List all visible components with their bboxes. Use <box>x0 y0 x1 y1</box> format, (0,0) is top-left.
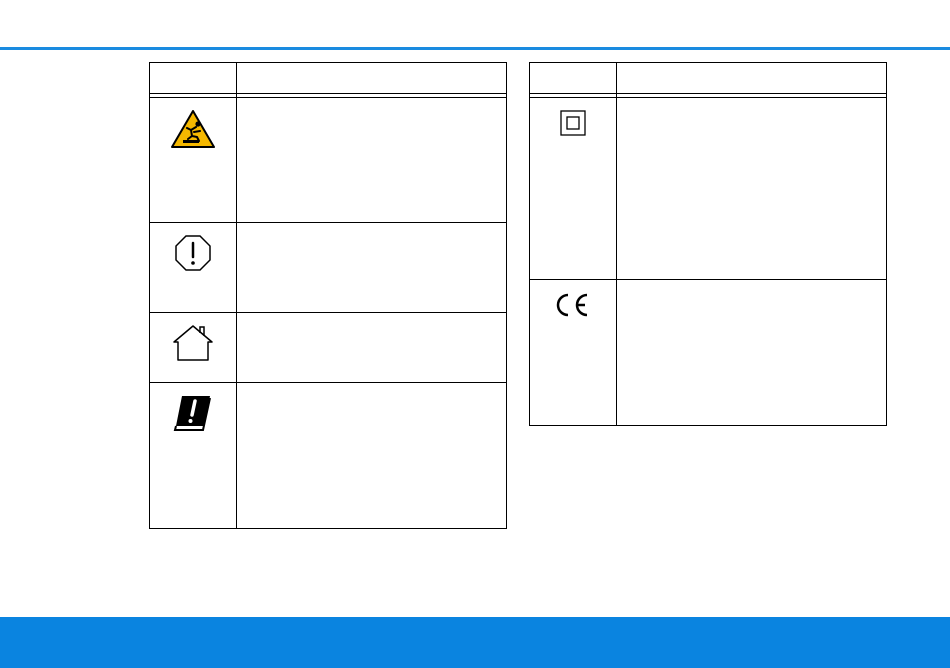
protection-class-ii-icon <box>559 109 587 140</box>
table-row <box>149 382 507 529</box>
table-header-row <box>149 62 507 94</box>
indoor-use-house-icon <box>172 324 214 365</box>
trip-hazard-warning-icon <box>170 109 216 152</box>
table-row <box>529 279 887 426</box>
meaning-cell <box>236 312 507 383</box>
symbol-column-header <box>149 62 237 94</box>
symbol-cell <box>149 382 237 529</box>
ce-mark-icon <box>553 291 593 322</box>
meaning-cell <box>236 382 507 529</box>
symbol-column-header <box>529 62 617 94</box>
table-row <box>149 312 507 383</box>
symbol-cell <box>149 97 237 223</box>
meaning-cell <box>616 279 887 426</box>
symbol-cell <box>529 279 617 426</box>
meaning-cell <box>616 97 887 280</box>
meaning-cell <box>236 222 507 313</box>
manual-page <box>0 0 950 668</box>
symbol-cell <box>529 97 617 280</box>
table-row <box>149 97 507 223</box>
header-rule <box>0 47 950 50</box>
table-row <box>529 97 887 280</box>
symbol-table-left <box>149 62 507 529</box>
meaning-column-header <box>616 62 887 94</box>
stop-exclamation-icon <box>174 234 212 275</box>
meaning-column-header <box>236 62 507 94</box>
read-manual-icon <box>172 394 214 435</box>
symbol-table-right <box>529 62 887 426</box>
footer-band <box>0 617 950 668</box>
table-header-row <box>529 62 887 94</box>
meaning-cell <box>236 97 507 223</box>
table-row <box>149 222 507 313</box>
symbol-cell <box>149 222 237 313</box>
symbol-cell <box>149 312 237 383</box>
